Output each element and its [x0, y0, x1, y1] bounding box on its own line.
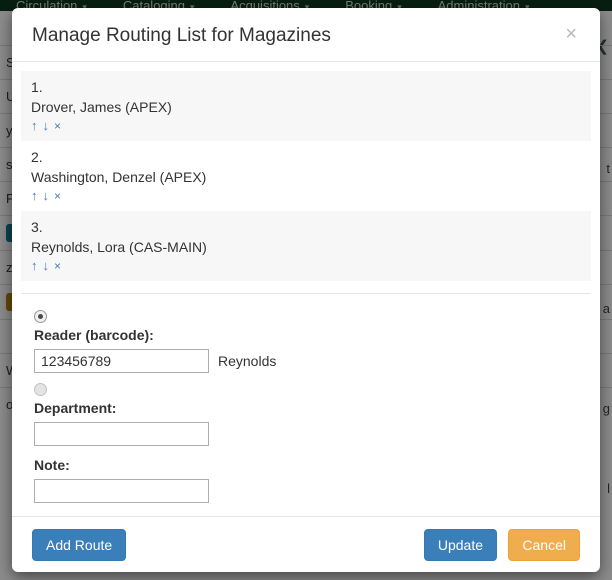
routing-item-name: Washington, Denzel (APEX): [31, 169, 207, 185]
move-down-icon[interactable]: ↓: [43, 188, 50, 203]
remove-icon[interactable]: ×: [54, 119, 61, 133]
add-route-button[interactable]: Add Route: [32, 529, 127, 561]
remove-icon[interactable]: ×: [54, 189, 61, 203]
routing-list: 1. Drover, James (APEX) ↑ ↓ × 2. Washingto…: [21, 71, 591, 281]
department-input-row: [34, 422, 600, 451]
move-up-icon[interactable]: ↑: [31, 118, 38, 133]
reader-radio-row: [34, 307, 600, 323]
note-input-row: [34, 479, 600, 508]
page-title: Manage Routing List for Magazines: [32, 25, 331, 46]
department-radio-row: [34, 380, 600, 396]
routing-list-item: 1. Drover, James (APEX) ↑ ↓ ×: [21, 71, 591, 141]
modal-header: Manage Routing List for Magazines ×: [12, 8, 600, 62]
move-up-icon[interactable]: ↑: [31, 188, 38, 203]
reader-barcode-label: Reader (barcode):: [34, 327, 154, 343]
move-down-icon[interactable]: ↓: [43, 118, 50, 133]
note-input[interactable]: [34, 479, 209, 503]
remove-icon[interactable]: ×: [54, 259, 61, 273]
routing-item-actions: ↑ ↓ ×: [31, 187, 581, 204]
radio-department[interactable]: [34, 382, 47, 396]
move-up-icon[interactable]: ↑: [31, 258, 38, 273]
routing-item-name: Reynolds, Lora (CAS-MAIN): [31, 239, 207, 255]
add-route-form: Reader (barcode): Reynolds Department: N…: [12, 294, 600, 508]
routing-list-item: 3. Reynolds, Lora (CAS-MAIN) ↑ ↓ ×: [21, 211, 591, 281]
modal-body: 1. Drover, James (APEX) ↑ ↓ × 2. Washingto…: [12, 62, 600, 516]
routing-item-index: 3.: [31, 219, 43, 235]
routing-item-actions: ↑ ↓ ×: [31, 257, 581, 274]
reader-barcode-input[interactable]: [34, 349, 209, 373]
routing-item-actions: ↑ ↓ ×: [31, 117, 581, 134]
department-input[interactable]: [34, 422, 209, 446]
routing-item-name: Drover, James (APEX): [31, 99, 172, 115]
routing-list-item: 2. Washington, Denzel (APEX) ↑ ↓ ×: [21, 141, 591, 211]
radio-reader[interactable]: [34, 309, 47, 323]
manage-routing-list-modal: Manage Routing List for Magazines × 1. D…: [12, 8, 600, 572]
update-button[interactable]: Update: [423, 529, 497, 561]
note-label: Note:: [34, 457, 70, 473]
modal-footer: Add Route Update Cancel: [12, 516, 600, 572]
routing-item-index: 1.: [31, 79, 43, 95]
resolved-patron-name: Reynolds: [218, 353, 277, 369]
move-down-icon[interactable]: ↓: [43, 258, 50, 273]
close-icon[interactable]: ×: [559, 20, 583, 48]
department-label: Department:: [34, 400, 117, 416]
routing-item-index: 2.: [31, 149, 43, 165]
reader-input-row: Reynolds: [34, 349, 600, 373]
cancel-button[interactable]: Cancel: [508, 529, 580, 561]
